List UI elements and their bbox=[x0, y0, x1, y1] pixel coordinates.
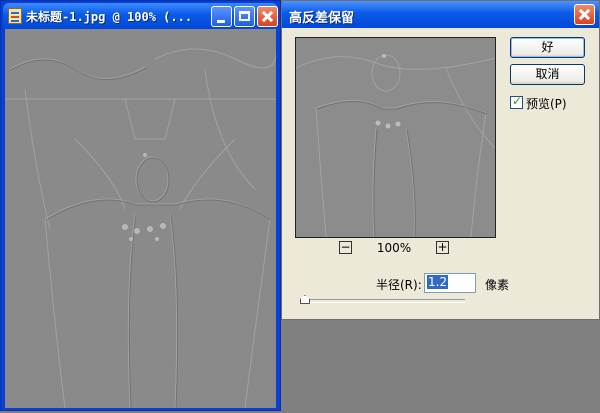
zoom-level: 100% bbox=[376, 241, 412, 255]
minus-icon: − bbox=[340, 240, 351, 254]
document-title: 未标题-1.jpg @ 100% (... bbox=[26, 10, 193, 24]
preview-image bbox=[296, 38, 495, 237]
preview-label[interactable]: 预览(P) bbox=[526, 95, 567, 112]
cancel-button[interactable]: 取消 bbox=[510, 64, 585, 85]
radius-input[interactable]: 1.2 bbox=[424, 273, 476, 293]
dialog-close-button[interactable] bbox=[574, 4, 595, 25]
document-window: 未标题-1.jpg @ 100% (... bbox=[0, 0, 281, 411]
radius-label: 半径(R): bbox=[376, 278, 422, 292]
close-icon bbox=[575, 5, 594, 24]
zoom-out-button[interactable]: − bbox=[339, 241, 352, 254]
document-titlebar[interactable]: 未标题-1.jpg @ 100% (... bbox=[3, 3, 278, 29]
maximize-icon bbox=[239, 11, 250, 21]
maximize-button[interactable] bbox=[234, 6, 255, 27]
high-pass-image bbox=[5, 29, 276, 408]
ok-button[interactable]: 好 bbox=[510, 37, 585, 58]
close-button[interactable] bbox=[257, 6, 278, 27]
zoom-in-button[interactable]: + bbox=[436, 241, 449, 254]
preview-checkbox[interactable] bbox=[510, 94, 523, 109]
document-icon bbox=[8, 8, 22, 24]
high-pass-dialog: 高反差保留 好 取消 ✓ 预览(P) − 100% + 半径(R): 1.2 像… bbox=[281, 0, 600, 320]
radius-slider-track[interactable] bbox=[302, 299, 465, 303]
filter-preview[interactable] bbox=[295, 37, 496, 238]
minimize-button[interactable] bbox=[211, 6, 232, 27]
image-canvas[interactable] bbox=[5, 29, 276, 408]
close-icon bbox=[258, 7, 277, 26]
dialog-titlebar[interactable]: 高反差保留 bbox=[282, 1, 599, 28]
minimize-icon bbox=[217, 20, 225, 23]
dialog-title: 高反差保留 bbox=[289, 11, 355, 26]
radius-unit: 像素 bbox=[485, 278, 510, 292]
radius-value: 1.2 bbox=[427, 275, 449, 289]
plus-icon: + bbox=[437, 240, 448, 254]
radius-slider-thumb[interactable] bbox=[300, 295, 310, 304]
